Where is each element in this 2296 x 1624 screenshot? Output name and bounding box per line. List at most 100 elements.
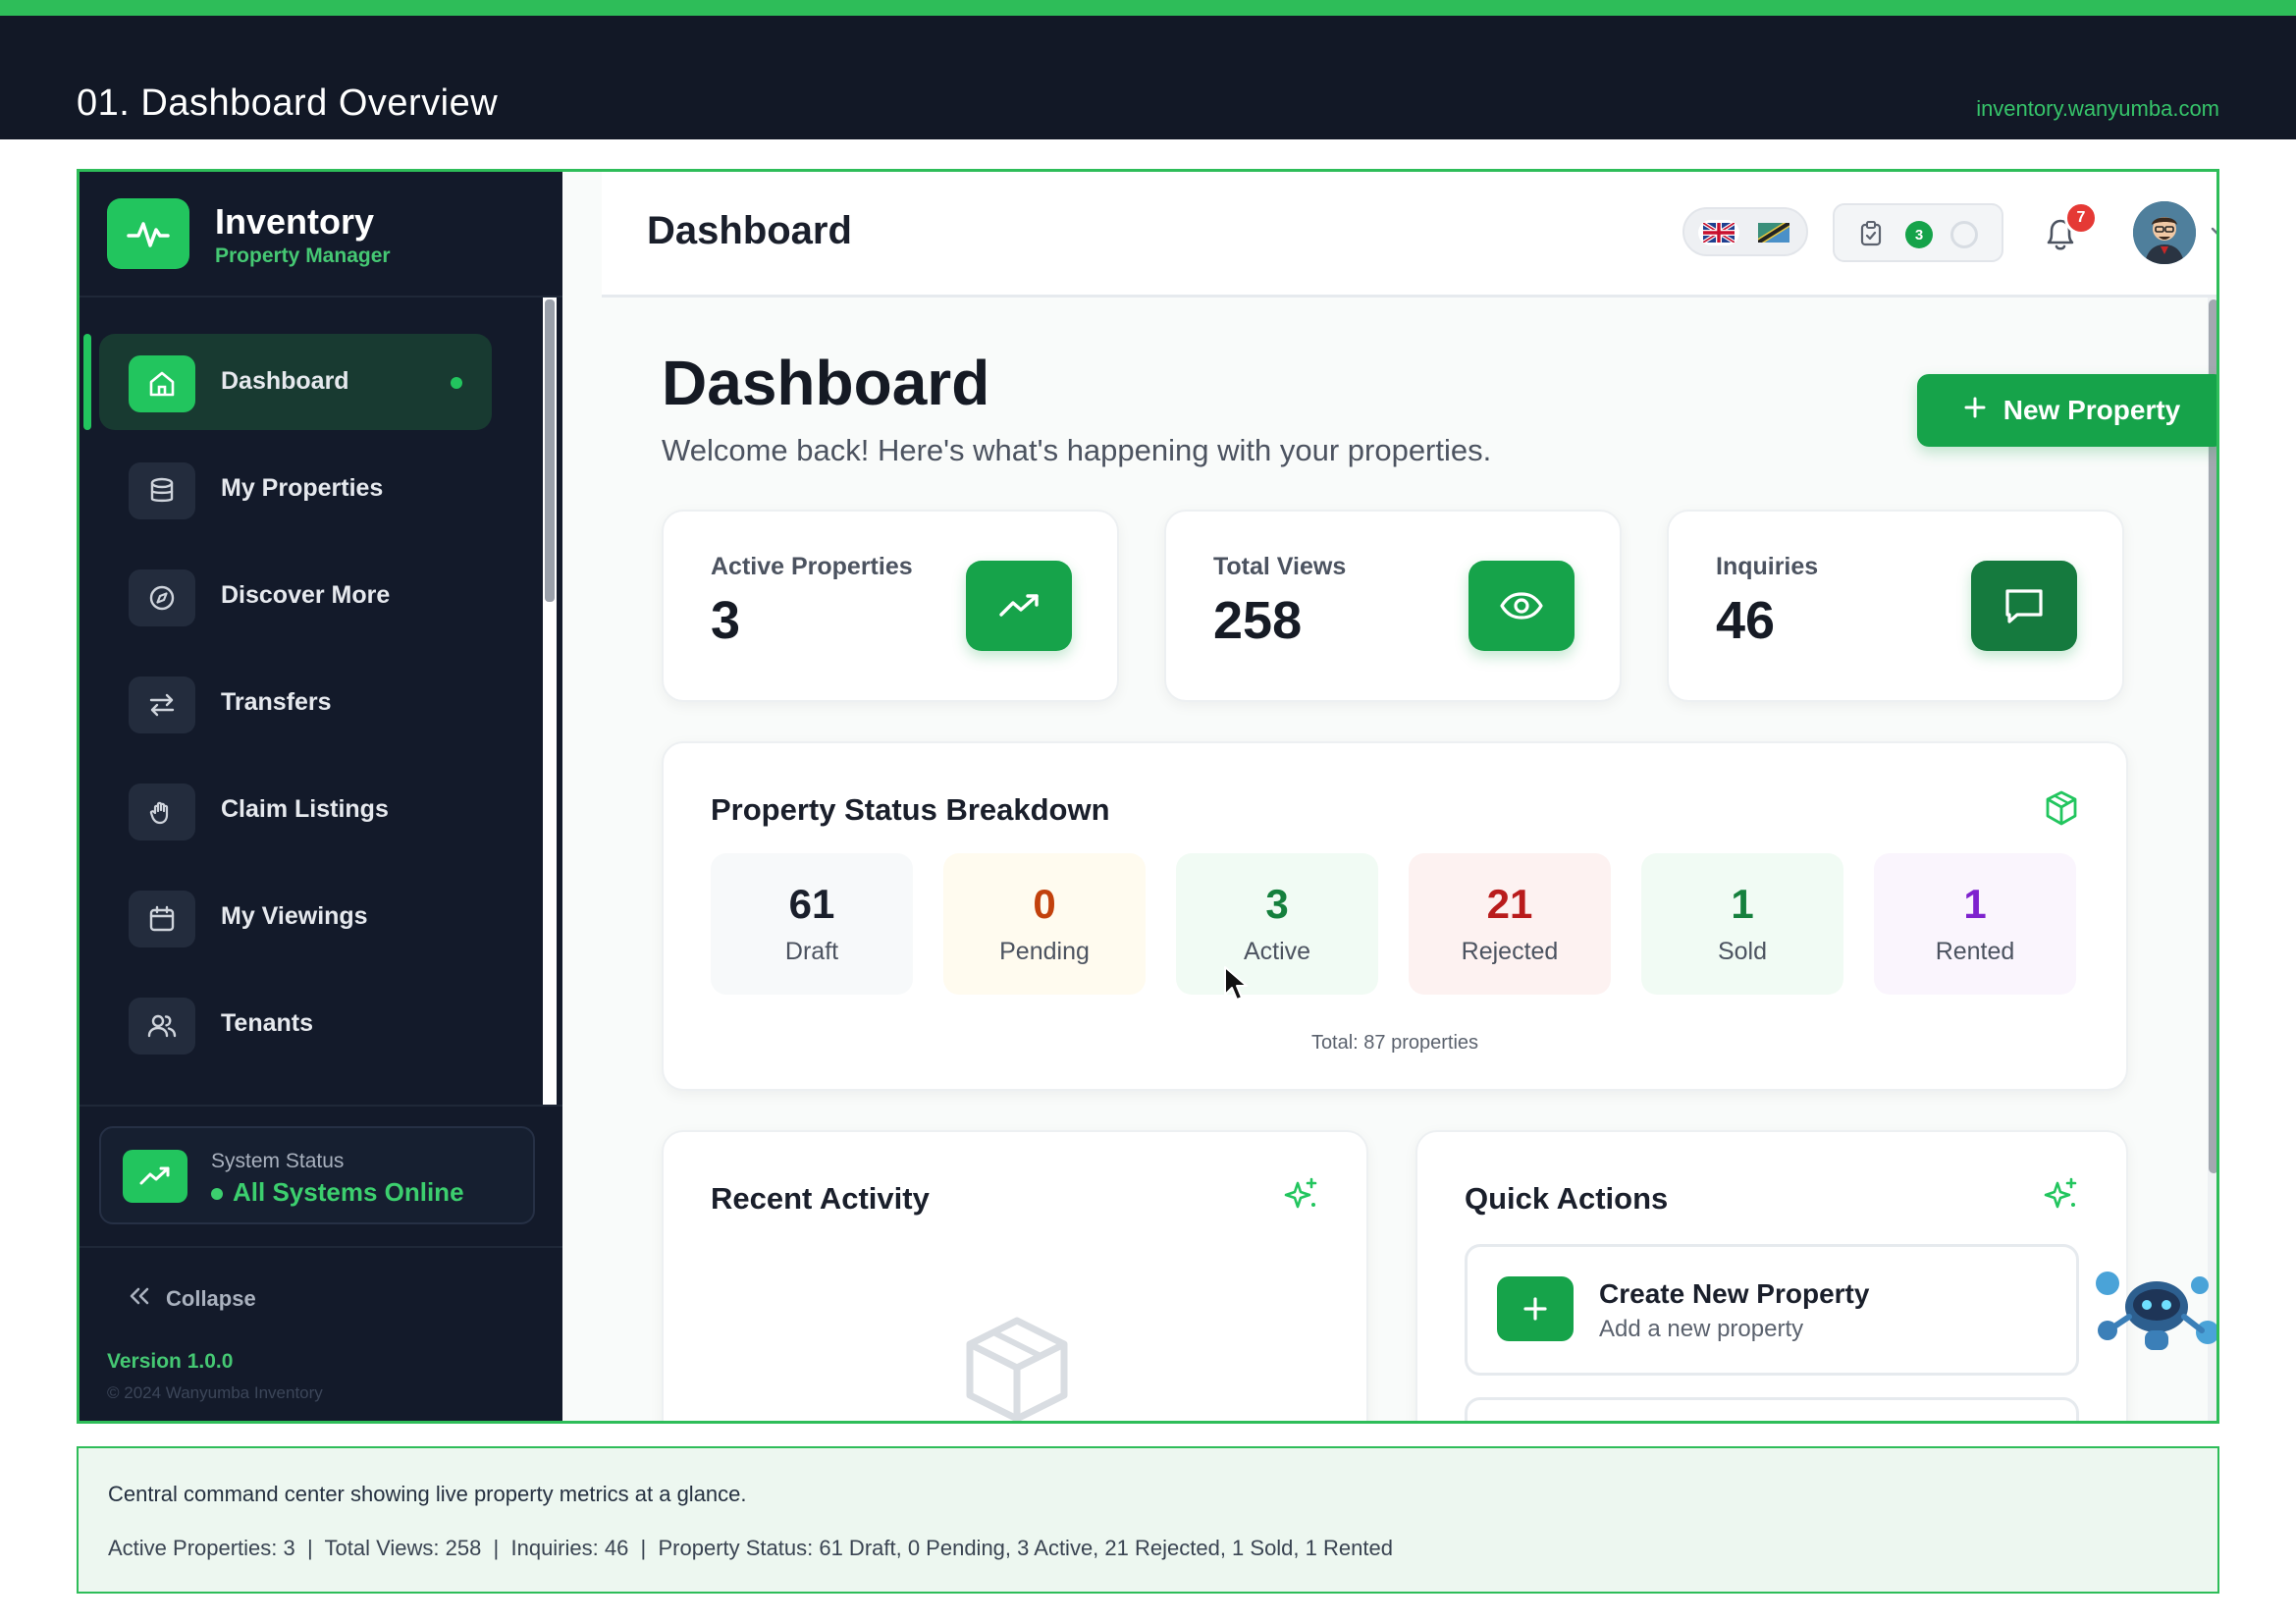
status-tile-sold[interactable]: 1 Sold [1641, 853, 1843, 995]
plus-icon [1497, 1276, 1574, 1341]
topbar-title: Dashboard [647, 209, 852, 252]
clipboard-icon [1858, 220, 1884, 252]
status-title: Property Status Breakdown [711, 792, 1110, 827]
caption-metrics: Active Properties: 3 | Total Views: 258 … [108, 1536, 1393, 1560]
active-dot [451, 377, 462, 389]
system-status-box: System Status All Systems Online [99, 1126, 535, 1224]
sidebar-item-my-properties[interactable]: My Properties [99, 441, 492, 537]
plus-icon [1962, 395, 1988, 427]
uk-flag-icon[interactable] [1698, 220, 1739, 245]
stat-label: Inquiries [1716, 553, 1819, 580]
tile-value: 1 [1963, 881, 1987, 927]
top-bar: Dashboard 3 7 [602, 172, 2216, 298]
new-property-button[interactable]: New Property [1917, 374, 2216, 447]
language-switcher[interactable] [1682, 207, 1808, 256]
loading-spinner-icon [1950, 221, 1978, 248]
stat-card-total-views: Total Views 258 [1164, 510, 1622, 702]
sidebar-item-label: Claim Listings [221, 795, 389, 823]
recent-activity-panel: Recent Activity [662, 1130, 1368, 1421]
quick-actions-panel: Quick Actions Create New Property Add a … [1415, 1130, 2128, 1421]
page-url: inventory.wanyumba.com [1976, 96, 2219, 121]
tile-label: Draft [784, 938, 839, 965]
users-icon [129, 998, 195, 1055]
status-tile-rejected[interactable]: 21 Rejected [1409, 853, 1611, 995]
tile-value: 21 [1486, 881, 1533, 927]
sidebar-item-transfers[interactable]: Transfers [99, 655, 492, 751]
sidebar-item-my-viewings[interactable]: My Viewings [99, 869, 492, 965]
panel-title: Recent Activity [711, 1181, 930, 1216]
empty-box-icon [958, 1315, 1076, 1421]
quick-action-item[interactable] [1465, 1397, 2079, 1421]
database-icon [129, 462, 195, 519]
active-indicator [83, 334, 91, 430]
brand-subtitle: Property Manager [215, 244, 391, 267]
top-accent-bar [0, 0, 2296, 16]
robot-assistant-icon[interactable] [2090, 1262, 2216, 1375]
sidebar-item-label: Discover More [221, 581, 391, 609]
collapse-button[interactable]: Collapse [127, 1285, 256, 1312]
dashboard-heading: Dashboard [662, 348, 990, 418]
calendar-icon [129, 891, 195, 947]
sidebar-item-dashboard[interactable]: Dashboard [99, 334, 492, 430]
sidebar-item-discover-more[interactable]: Discover More [99, 548, 492, 644]
sparkles-icon [2042, 1175, 2081, 1219]
tile-value: 0 [1033, 881, 1056, 927]
stat-card-active-properties: Active Properties 3 [662, 510, 1119, 702]
tanzania-flag-icon[interactable] [1753, 220, 1794, 245]
stat-value: 46 [1716, 591, 1776, 650]
divider [80, 1105, 562, 1107]
hand-icon [129, 784, 195, 840]
pulse-icon [107, 198, 189, 269]
caption-box: Central command center showing live prop… [77, 1446, 2219, 1594]
sidebar-item-label: My Viewings [221, 902, 368, 930]
sparkles-icon [1282, 1175, 1321, 1219]
page-header: 01. Dashboard Overview inventory.wanyumb… [0, 16, 2296, 139]
tasks-indicator[interactable]: 3 [1833, 203, 2003, 262]
copyright: © 2024 Wanyumba Inventory [107, 1383, 323, 1402]
sidebar-item-label: Dashboard [221, 367, 349, 395]
stat-value: 258 [1213, 591, 1303, 650]
avatar[interactable] [2133, 201, 2196, 264]
compass-icon [129, 569, 195, 626]
caption-summary: Central command center showing live prop… [108, 1482, 747, 1506]
message-icon [1971, 561, 2077, 651]
divider [80, 1246, 562, 1248]
sidebar-item-label: Transfers [221, 688, 332, 716]
brand-name: Inventory [215, 201, 375, 242]
chevrons-left-icon [127, 1286, 152, 1312]
sidebar-scrollbar-thumb[interactable] [545, 299, 555, 602]
status-dot [211, 1188, 223, 1201]
quick-action-create-property[interactable]: Create New Property Add a new property [1465, 1244, 2079, 1376]
property-status-card: Property Status Breakdown 61 Draft 0 Pen… [662, 741, 2128, 1091]
system-status-value: All Systems Online [211, 1177, 464, 1208]
status-tile-rented[interactable]: 1 Rented [1874, 853, 2076, 995]
status-tile-draft[interactable]: 61 Draft [711, 853, 913, 995]
transfer-arrows-icon [129, 677, 195, 733]
stat-label: Total Views [1213, 553, 1347, 580]
system-status-title: System Status [211, 1150, 345, 1172]
version-label: Version 1.0.0 [107, 1350, 234, 1373]
status-total: Total: 87 properties [1310, 1032, 1479, 1054]
tile-label: Active [1243, 938, 1311, 965]
app-screenshot-frame: Inventory Property Manager Dashboard My … [77, 169, 2219, 1424]
quick-action-title: Create New Property [1599, 1278, 1870, 1309]
sidebar-item-claim-listings[interactable]: Claim Listings [99, 762, 492, 858]
sidebar-item-tenants[interactable]: Tenants [99, 976, 492, 1072]
stat-card-inquiries: Inquiries 46 [1667, 510, 2124, 702]
tile-label: Pending [999, 938, 1090, 965]
stat-value: 3 [711, 591, 741, 650]
trending-up-icon [123, 1150, 187, 1203]
brand: Inventory Property Manager [80, 172, 562, 298]
status-tile-pending[interactable]: 0 Pending [943, 853, 1146, 995]
tile-label: Rented [1935, 938, 2015, 965]
tile-value: 3 [1265, 881, 1289, 927]
tile-value: 61 [788, 881, 835, 927]
notification-badge: 7 [2064, 201, 2098, 235]
cube-icon [2042, 788, 2081, 833]
chevron-down-icon[interactable] [2208, 221, 2216, 247]
task-count-badge: 3 [1905, 221, 1933, 248]
trending-up-icon [966, 561, 1072, 651]
sidebar: Inventory Property Manager Dashboard My … [80, 172, 562, 1421]
status-tile-active[interactable]: 3 Active [1176, 853, 1378, 995]
main-content: Dashboard 3 7 Dashboard Welcome back! He… [562, 172, 2216, 1421]
